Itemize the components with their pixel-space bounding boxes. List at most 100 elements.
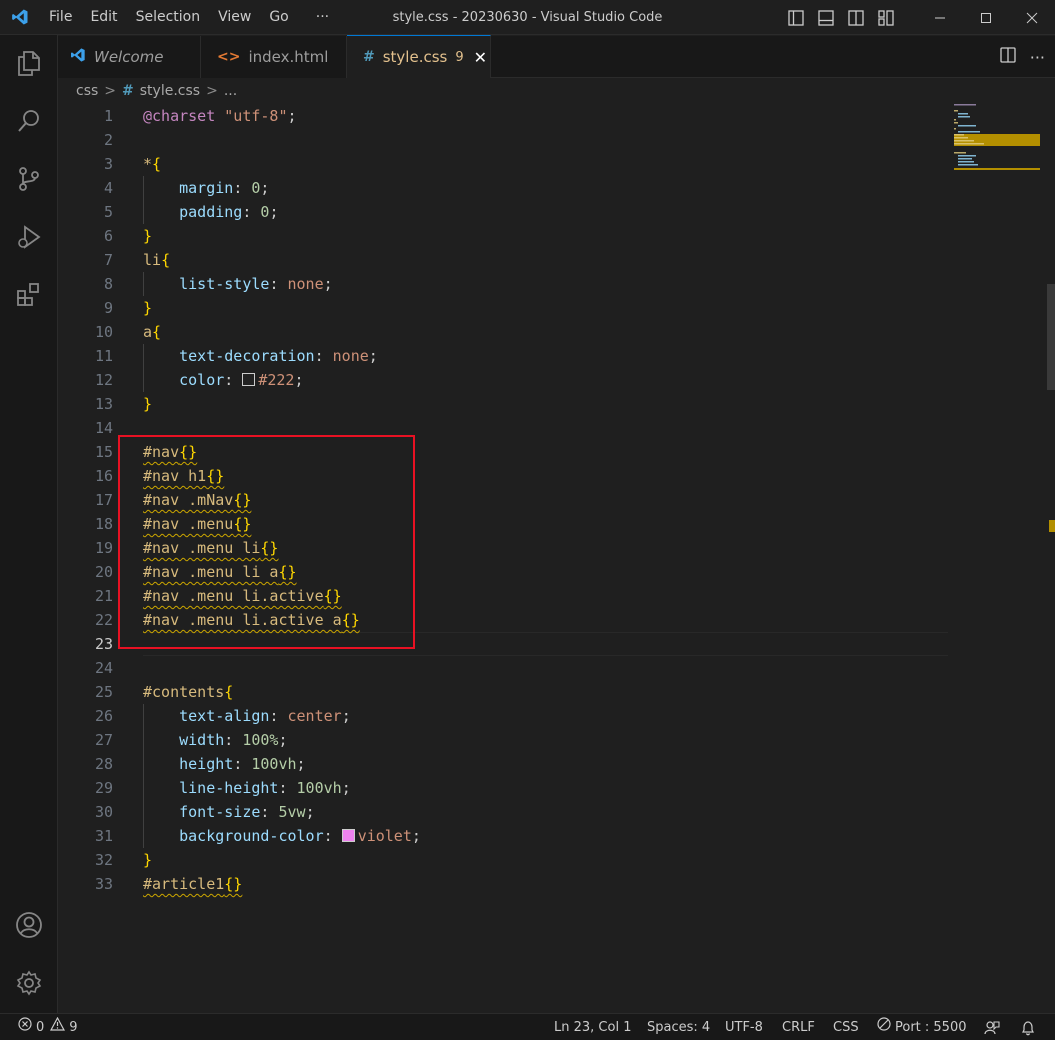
menu-file[interactable]: File — [40, 0, 81, 35]
code-line[interactable]: 30 font-size: 5vw; — [58, 800, 948, 824]
code-line[interactable]: 1 @charset "utf-8"; — [58, 104, 948, 128]
code-token: ; — [368, 347, 378, 365]
color-swatch[interactable] — [242, 373, 256, 386]
customize-layout-icon[interactable] — [871, 0, 901, 35]
menu-go[interactable]: Go — [260, 0, 297, 35]
menu-selection[interactable]: Selection — [127, 0, 210, 35]
code-line[interactable]: 31 background-color: violet; — [58, 824, 948, 848]
code-text: text-decoration: none; — [143, 344, 378, 368]
search-icon[interactable] — [0, 97, 58, 145]
code-line[interactable]: 33 #article1{} — [58, 872, 948, 896]
notifications-bell-icon[interactable] — [1020, 1014, 1036, 1040]
code-line[interactable]: 29 line-height: 100vh; — [58, 776, 948, 800]
toggle-secondary-sidebar-icon[interactable] — [841, 0, 871, 35]
source-control-icon[interactable] — [0, 155, 58, 203]
language-mode[interactable]: CSS — [833, 1014, 859, 1040]
code-line[interactable]: 8 list-style: none; — [58, 272, 948, 296]
code-line[interactable]: 11 text-decoration: none; — [58, 344, 948, 368]
code-token: text-decoration — [179, 347, 315, 365]
toggle-panel-icon[interactable] — [811, 0, 841, 35]
code-line[interactable]: 28 height: 100vh; — [58, 752, 948, 776]
tab-label: index.html — [248, 48, 329, 66]
breadcrumb-file[interactable]: style.css — [140, 83, 200, 99]
tab-index-html[interactable]: <> index.html — [201, 36, 347, 78]
line-number: 8 — [103, 275, 113, 293]
line-number: 4 — [103, 179, 113, 197]
vertical-scrollbar[interactable] — [1045, 104, 1055, 1012]
code-token: ; — [278, 731, 288, 749]
code-token: #222 — [258, 371, 295, 389]
vscode-logo-icon — [0, 0, 40, 35]
breadcrumb-folder[interactable]: css — [76, 83, 98, 99]
minimize-icon[interactable] — [917, 0, 963, 35]
breadcrumb-symbol[interactable]: ... — [224, 83, 237, 99]
code-text: } — [143, 392, 152, 416]
code-line[interactable]: 6} — [58, 224, 948, 248]
code-token: : — [242, 203, 261, 221]
tab-label: style.css — [382, 48, 448, 66]
code-token: li — [143, 251, 162, 269]
extensions-icon[interactable] — [0, 271, 58, 319]
cursor-position[interactable]: Ln 23, Col 1 — [554, 1014, 631, 1040]
menu-more[interactable]: ··· — [298, 0, 338, 35]
maximize-icon[interactable] — [963, 0, 1009, 35]
error-count: 0 — [36, 1020, 45, 1035]
feedback-icon[interactable] — [984, 1014, 1000, 1040]
code-line[interactable]: 13} — [58, 392, 948, 416]
code-line[interactable]: 25 #contents{ — [58, 680, 948, 704]
split-editor-icon[interactable] — [1000, 47, 1016, 67]
line-number: 5 — [103, 203, 113, 221]
code-token: : — [278, 779, 297, 797]
line-number: 21 — [94, 587, 113, 605]
accounts-icon[interactable] — [0, 901, 58, 949]
line-number: 1 — [103, 107, 113, 125]
code-token: : — [269, 275, 288, 293]
close-window-icon[interactable] — [1009, 0, 1055, 35]
html-icon: <> — [217, 49, 241, 65]
code-line[interactable]: 7 li{ — [58, 248, 948, 272]
color-swatch[interactable] — [341, 829, 355, 842]
code-line[interactable]: 24 — [58, 656, 948, 680]
code-line[interactable]: 2 — [58, 128, 948, 152]
code-token: ; — [341, 707, 351, 725]
code-token: violet — [357, 827, 412, 845]
code-token: : — [323, 827, 342, 845]
line-number: 6 — [103, 227, 113, 245]
code-line[interactable]: 12 color: #222; — [58, 368, 948, 392]
menu-view[interactable]: View — [209, 0, 260, 35]
code-token: } — [143, 395, 153, 413]
code-line[interactable]: 32} — [58, 848, 948, 872]
code-line[interactable]: 4 margin: 0; — [58, 176, 948, 200]
close-icon[interactable]: ✕ — [474, 48, 487, 67]
code-text: #contents{ — [143, 680, 233, 704]
explorer-icon[interactable] — [0, 39, 58, 87]
run-debug-icon[interactable] — [0, 213, 58, 261]
line-number: 17 — [94, 491, 113, 509]
tab-welcome[interactable]: Welcome — [58, 36, 201, 78]
more-actions-icon[interactable]: ··· — [1030, 48, 1045, 67]
minimap[interactable] — [950, 104, 1040, 1012]
live-server-status[interactable]: Port : 5500 — [877, 1014, 967, 1040]
encoding-status[interactable]: UTF-8 — [725, 1014, 763, 1040]
code-line[interactable]: 26 text-align: center; — [58, 704, 948, 728]
tab-style-css[interactable]: # style.css 9 ✕ — [347, 35, 491, 78]
chevron-right-icon: > — [206, 83, 218, 99]
line-number: 12 — [94, 371, 113, 389]
code-line[interactable]: 3 *{ — [58, 152, 948, 176]
eol-status[interactable]: CRLF — [782, 1014, 815, 1040]
problems-status[interactable]: 0 9 — [18, 1014, 78, 1040]
menu-edit[interactable]: Edit — [81, 0, 126, 35]
line-number: 19 — [94, 539, 113, 557]
line-number: 14 — [94, 419, 113, 437]
code-line[interactable]: 27 width: 100%; — [58, 728, 948, 752]
code-line[interactable]: 10 a{ — [58, 320, 948, 344]
code-line[interactable]: 5 padding: 0; — [58, 200, 948, 224]
manage-gear-icon[interactable] — [0, 959, 58, 1007]
toggle-primary-sidebar-icon[interactable] — [781, 0, 811, 35]
code-token: { — [161, 251, 171, 269]
indentation-status[interactable]: Spaces: 4 — [647, 1014, 710, 1040]
code-line[interactable]: 9} — [58, 296, 948, 320]
